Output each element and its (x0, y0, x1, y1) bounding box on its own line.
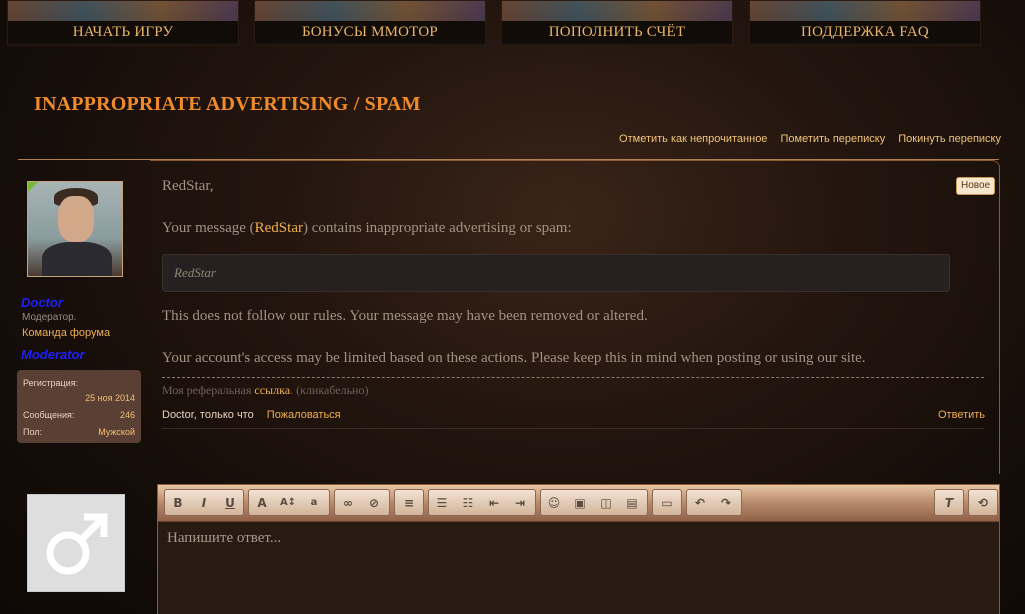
online-indicator-icon (28, 182, 38, 192)
reply-editor[interactable]: B I U A A↕ a ∞ ⊘ ≡ ☰ ☷ ⇤ ⇥ ☺ ▣ ◫ ▤ ▭ ↶ ↷… (157, 484, 1000, 614)
default-avatar (27, 494, 125, 592)
nav-art (8, 1, 238, 23)
code-icon[interactable]: ▤ (623, 494, 641, 512)
text-segment: . (кликабельно) (290, 383, 369, 397)
number-list-icon[interactable]: ☷ (459, 494, 477, 512)
info-value: Мужской (98, 427, 135, 437)
info-value[interactable]: 246 (120, 410, 135, 420)
toolbar-group: ≡ (394, 489, 424, 516)
underline-icon[interactable]: U (221, 494, 239, 512)
nav-bonuses[interactable]: БОНУСЫ ММОТОР (254, 0, 486, 46)
username-link[interactable]: Doctor (21, 295, 63, 310)
info-label: Пол: (23, 427, 43, 437)
remove-format-icon[interactable]: T (940, 494, 958, 512)
align-icon[interactable]: ≡ (400, 494, 418, 512)
nav-start-game[interactable]: НАЧАТЬ ИГРУ (7, 0, 239, 46)
bold-icon[interactable]: B (169, 494, 187, 512)
nav-art (502, 1, 732, 23)
undo-icon[interactable]: ↶ (691, 494, 709, 512)
reply-placeholder[interactable]: Напишите ответ... (167, 530, 281, 547)
toolbar-group: A A↕ a (248, 489, 330, 516)
font-size-icon[interactable]: A↕ (279, 494, 297, 512)
info-row-registration: Регистрация: (23, 378, 135, 388)
signature: Моя реферальная ссылка. (кликабельно) (162, 383, 368, 398)
avatar-suit (42, 242, 112, 276)
redo-icon[interactable]: ↷ (717, 494, 735, 512)
toolbar-group: T (934, 489, 964, 516)
user-title: Модератор. (22, 312, 77, 323)
greeting: RedStar, (162, 178, 214, 194)
toolbar-group: ▭ (652, 489, 682, 516)
link-icon[interactable]: ∞ (339, 494, 357, 512)
star-conversation-link[interactable]: Пометить переписку (781, 133, 886, 145)
image-icon[interactable]: ▣ (571, 494, 589, 512)
referral-link[interactable]: ссылка (254, 383, 290, 397)
font-color-icon[interactable]: A (253, 494, 271, 512)
info-label: Сообщения: (23, 410, 75, 420)
info-row-messages: Сообщения: 246 (23, 410, 135, 420)
media-icon[interactable]: ◫ (597, 494, 615, 512)
toolbar-group: ☺ ▣ ◫ ▤ (540, 489, 648, 516)
bullet-list-icon[interactable]: ☰ (433, 494, 451, 512)
outdent-icon[interactable]: ⇤ (485, 494, 503, 512)
toolbar-group: ∞ ⊘ (334, 489, 390, 516)
unlink-icon[interactable]: ⊘ (365, 494, 383, 512)
nav-topup[interactable]: ПОПОЛНИТЬ СЧЁТ (501, 0, 733, 46)
nav-label: НАЧАТЬ ИГРУ (8, 21, 238, 43)
reply-link[interactable]: Ответить (938, 409, 985, 421)
info-row-gender: Пол: Мужской (23, 427, 135, 437)
male-symbol-icon (46, 513, 108, 575)
divider (162, 428, 984, 429)
info-value: 25 ноя 2014 (85, 393, 135, 403)
nav-label: ПОДДЕРЖКА FAQ (750, 21, 980, 43)
post-footer: Doctor, только что Пожаловаться (162, 409, 341, 421)
nav-label: ПОПОЛНИТЬ СЧЁТ (502, 21, 732, 43)
text-segment: Your message ( (162, 220, 255, 236)
toolbar-group: B I U (164, 489, 244, 516)
new-badge: Новое (956, 177, 996, 195)
toolbar-group: ↶ ↷ (686, 489, 742, 516)
save-draft-icon[interactable]: ▭ (658, 494, 676, 512)
user-info-box: Регистрация: 25 ноя 2014 Сообщения: 246 … (17, 370, 141, 443)
thread-actions: Отметить как непрочитанное Пометить пере… (609, 133, 1001, 145)
nav-support[interactable]: ПОДДЕРЖКА FAQ (749, 0, 981, 46)
page-title: INAPPROPRIATE ADVERTISING / SPAM (34, 93, 421, 115)
smiley-icon[interactable]: ☺ (545, 494, 563, 512)
toolbar-group: ⟲ (968, 489, 998, 516)
italic-icon[interactable]: I (195, 494, 213, 512)
signature-divider (162, 377, 984, 378)
message-line: Your message (RedStar) contains inapprop… (162, 220, 572, 237)
toggle-bbcode-icon[interactable]: ⟲ (974, 494, 992, 512)
author-time[interactable]: Doctor, только что (162, 409, 254, 421)
avatar[interactable] (27, 181, 123, 277)
user-banner: Moderator (21, 347, 85, 362)
mark-unread-link[interactable]: Отметить как непрочитанное (619, 133, 767, 145)
message-line: This does not follow our rules. Your mes… (162, 308, 648, 324)
text-segment: Моя реферальная (162, 383, 255, 397)
user-mention[interactable]: RedStar (255, 220, 303, 236)
leave-conversation-link[interactable]: Покинуть переписку (898, 133, 1001, 145)
message-line: Your account's access may be limited bas… (162, 350, 866, 366)
editor-toolbar: B I U A A↕ a ∞ ⊘ ≡ ☰ ☷ ⇤ ⇥ ☺ ▣ ◫ ▤ ▭ ↶ ↷… (158, 485, 999, 522)
info-label: Регистрация: (23, 378, 79, 388)
nav-art (750, 1, 980, 23)
report-link[interactable]: Пожаловаться (267, 409, 341, 421)
avatar-face (58, 196, 94, 242)
nav-art (255, 1, 485, 23)
nav-label: БОНУСЫ ММОТОР (255, 21, 485, 43)
top-navigation: НАЧАТЬ ИГРУ БОНУСЫ ММОТОР ПОПОЛНИТЬ СЧЁТ… (0, 0, 1025, 50)
text-segment: ) contains inappropriate advertising or … (302, 220, 572, 236)
indent-icon[interactable]: ⇥ (511, 494, 529, 512)
font-family-icon[interactable]: a (305, 494, 323, 512)
user-team: Команда форума (22, 327, 111, 339)
quote-block: RedStar (162, 254, 950, 292)
toolbar-group: ☰ ☷ ⇤ ⇥ (428, 489, 536, 516)
